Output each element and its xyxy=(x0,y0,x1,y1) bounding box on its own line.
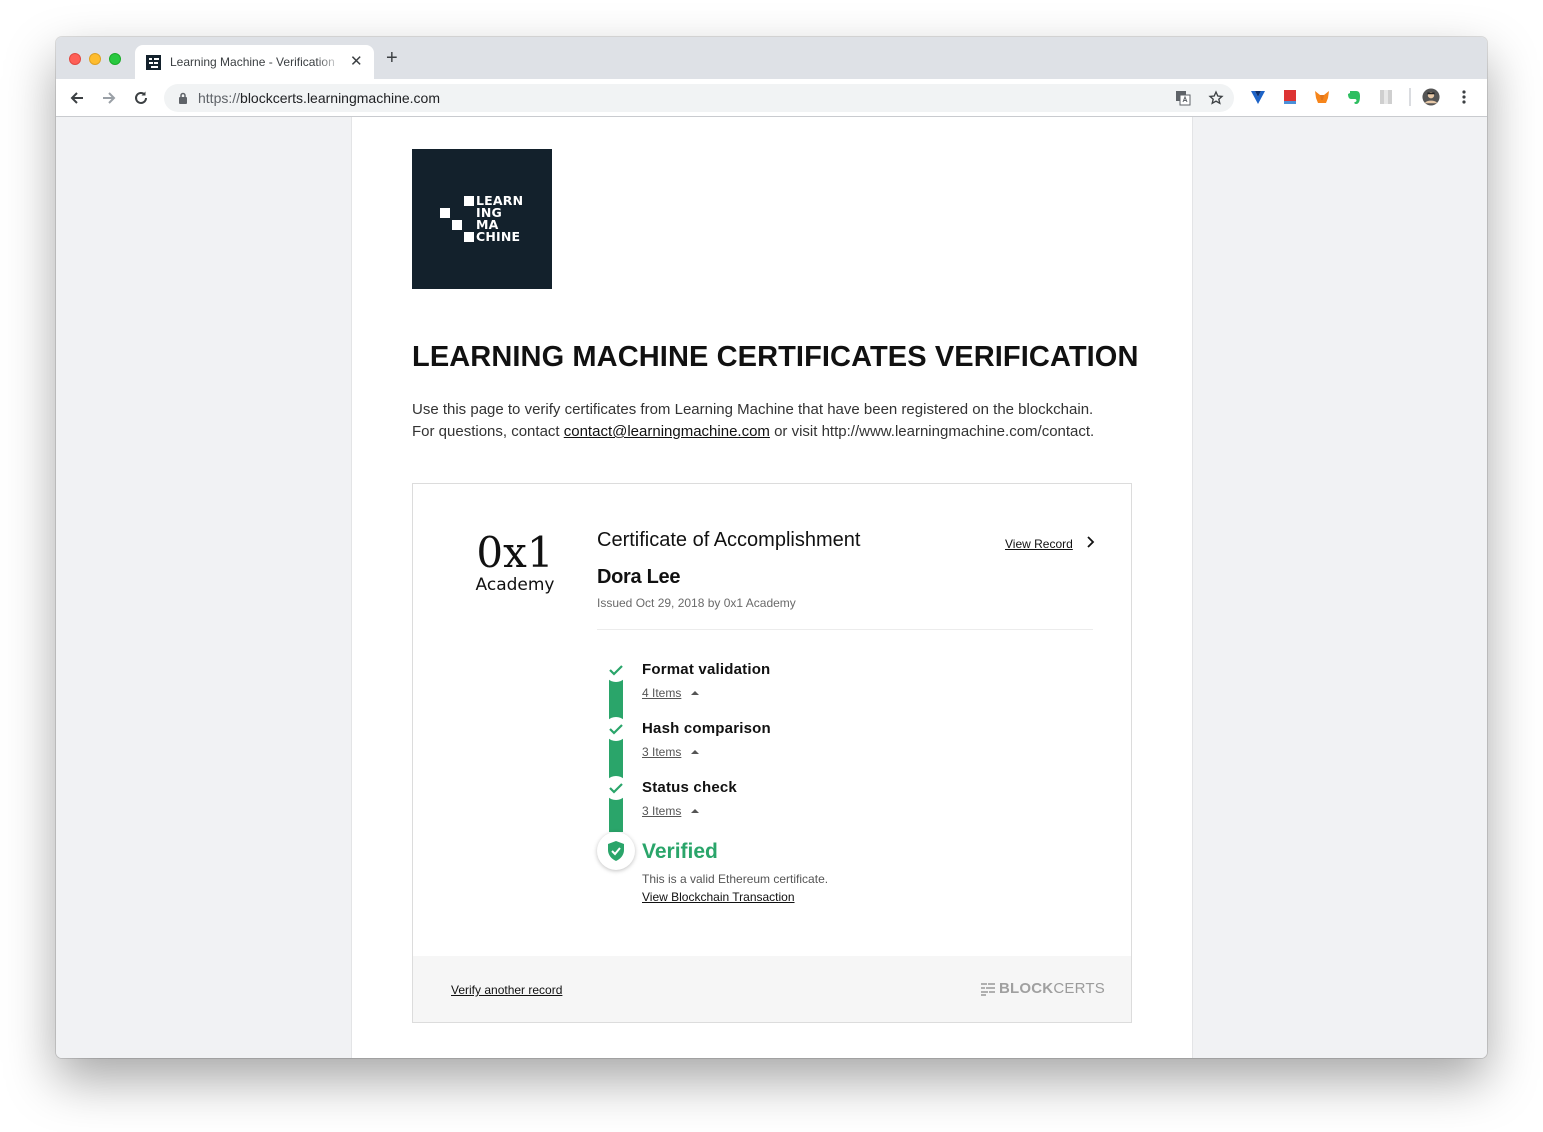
verified-message: This is a valid Ethereum certificate. xyxy=(642,872,829,886)
intro-text: Use this page to verify certificates fro… xyxy=(412,401,1095,440)
red-book-extension-icon[interactable] xyxy=(1281,88,1299,106)
close-window-button[interactable] xyxy=(69,53,81,65)
arrow-right-icon xyxy=(103,92,116,104)
step-items-toggle[interactable]: 3 Items xyxy=(642,804,681,818)
page-title: LEARNING MACHINE CERTIFICATES VERIFICATI… xyxy=(412,341,1139,373)
evernote-icon[interactable] xyxy=(1345,88,1363,106)
profile-avatar[interactable] xyxy=(1422,88,1440,106)
lock-icon xyxy=(179,92,187,104)
active-tab[interactable]: Learning Machine - Verification ✕ xyxy=(135,45,374,79)
caret-up-icon[interactable] xyxy=(691,808,699,814)
tab-close-icon[interactable]: ✕ xyxy=(350,52,363,70)
verification-progress-bar xyxy=(609,668,623,832)
verified-shield-icon xyxy=(597,832,635,870)
new-tab-button[interactable]: + xyxy=(386,48,398,68)
issued-info: Issued Oct 29, 2018 by 0x1 Academy xyxy=(597,596,796,610)
more-menu-icon[interactable] xyxy=(1455,88,1473,106)
step-title: Hash comparison xyxy=(642,720,771,737)
tab-title: Learning Machine - Verification xyxy=(170,55,335,69)
caret-up-icon[interactable] xyxy=(691,690,699,696)
zoom-window-button[interactable] xyxy=(109,53,121,65)
caret-up-icon[interactable] xyxy=(691,749,699,755)
reload-button[interactable] xyxy=(128,85,154,111)
step-title: Status check xyxy=(642,779,737,796)
check-icon xyxy=(604,776,628,800)
check-icon xyxy=(604,658,628,682)
step-items-toggle[interactable]: 3 Items xyxy=(642,745,681,759)
chevron-right-icon[interactable] xyxy=(1085,535,1095,549)
url-text[interactable]: https://blockcerts.learningmachine.com xyxy=(198,90,440,106)
blockcerts-logo: BLOCKCERTS xyxy=(981,980,1105,997)
learning-machine-logo: LEARN ING MA CHINE xyxy=(412,149,552,289)
certificate-title: Certificate of Accomplishment xyxy=(597,529,861,551)
check-icon xyxy=(604,717,628,741)
verified-status: Verified xyxy=(642,840,718,863)
browser-window: Learning Machine - Verification ✕ + http… xyxy=(56,37,1487,1058)
bookmark-star-icon[interactable] xyxy=(1206,88,1226,108)
browser-toolbar: https://blockcerts.learningmachine.com xyxy=(56,79,1487,117)
forward-button[interactable] xyxy=(96,85,122,111)
blockcerts-icon xyxy=(981,982,995,996)
card-footer: Verify another record BLOCKCERTS xyxy=(413,956,1131,1022)
divider xyxy=(597,629,1093,630)
reload-icon xyxy=(135,91,147,104)
issuer-logo: 0x1 Academy xyxy=(475,528,555,596)
translate-icon[interactable] xyxy=(1173,88,1193,108)
vpn-extension-icon[interactable] xyxy=(1249,88,1267,106)
minimize-window-button[interactable] xyxy=(89,53,101,65)
recipient-name: Dora Lee xyxy=(597,566,681,588)
contact-email-link[interactable]: contact@learningmachine.com xyxy=(564,423,770,440)
page-content: LEARN ING MA CHINE LEARNING MACHINE CERT… xyxy=(351,117,1193,1058)
address-bar[interactable]: https://blockcerts.learningmachine.com xyxy=(164,84,1234,112)
tab-strip: Learning Machine - Verification ✕ + xyxy=(56,37,1487,79)
certificate-card: 0x1 Academy Certificate of Accomplishmen… xyxy=(412,483,1132,1023)
page-viewport: LEARN ING MA CHINE LEARNING MACHINE CERT… xyxy=(56,117,1487,1058)
toolbar-divider xyxy=(1409,88,1411,106)
metamask-fox-icon[interactable] xyxy=(1313,88,1331,106)
view-record-link[interactable]: View Record xyxy=(1005,537,1073,551)
learning-machine-favicon-icon xyxy=(146,55,161,70)
view-blockchain-transaction-link[interactable]: View Blockchain Transaction xyxy=(642,890,795,904)
step-title: Format validation xyxy=(642,661,771,678)
step-items-toggle[interactable]: 4 Items xyxy=(642,686,681,700)
verify-another-record-link[interactable]: Verify another record xyxy=(451,983,562,997)
gray-extension-icon[interactable] xyxy=(1377,88,1395,106)
arrow-left-icon xyxy=(70,92,83,104)
back-button[interactable] xyxy=(64,85,90,111)
